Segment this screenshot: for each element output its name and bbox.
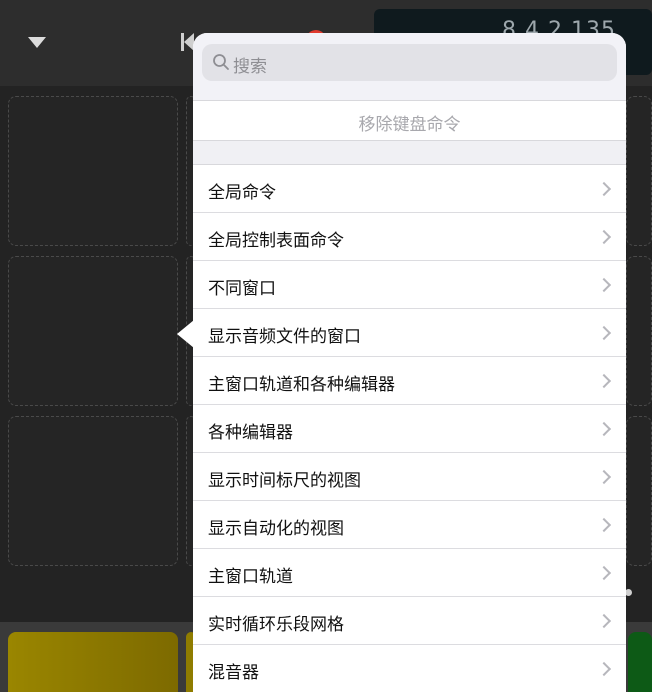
menu-item-global-commands[interactable]: 全局命令 <box>193 165 626 213</box>
menu-item-label: 显示时间标尺的视图 <box>208 471 361 491</box>
menu-item-audio-file-windows[interactable]: 显示音频文件的窗口 <box>193 309 626 357</box>
menu-item-label: 主窗口轨道和各种编辑器 <box>208 375 395 395</box>
live-loop-cell[interactable] <box>8 256 178 406</box>
search-input[interactable]: 搜索 <box>202 44 617 81</box>
chevron-right-icon <box>596 517 612 533</box>
live-loop-cell[interactable] <box>626 96 652 246</box>
live-loop-cell[interactable] <box>626 416 652 566</box>
menu-item-tracks-and-editors[interactable]: 主窗口轨道和各种编辑器 <box>193 357 626 405</box>
chevron-right-icon <box>596 565 612 581</box>
live-loop-cell-active[interactable] <box>628 632 652 692</box>
menu-item-various-editors[interactable]: 各种编辑器 <box>193 405 626 453</box>
menu-item-label: 不同窗口 <box>208 279 276 299</box>
page-indicator-dot <box>625 589 632 596</box>
chevron-right-icon <box>596 181 612 197</box>
section-separator <box>193 141 626 165</box>
chevron-right-icon <box>596 613 612 629</box>
remove-key-command-label: 移除键盘命令 <box>358 115 461 135</box>
live-loop-cell[interactable] <box>626 256 652 406</box>
chevron-right-icon <box>596 277 612 293</box>
live-loop-cell-active[interactable] <box>8 632 178 692</box>
menu-item-label: 全局命令 <box>208 183 276 203</box>
chevron-right-icon <box>596 325 612 341</box>
menu-item-label: 实时循环乐段网格 <box>208 615 344 635</box>
menu-item-label: 混音器 <box>208 663 259 683</box>
search-section: 搜索 <box>193 33 626 100</box>
menu-item-live-loops-grid[interactable]: 实时循环乐段网格 <box>193 597 626 645</box>
menu-item-global-control-surface-commands[interactable]: 全局控制表面命令 <box>193 213 626 261</box>
chevron-right-icon <box>596 469 612 485</box>
menu-item-label: 显示音频文件的窗口 <box>208 327 361 347</box>
menu-item-tracks[interactable]: 主窗口轨道 <box>193 549 626 597</box>
search-placeholder: 搜索 <box>233 57 267 77</box>
chevron-right-icon <box>596 373 612 389</box>
menu-item-label: 显示自动化的视图 <box>208 519 344 539</box>
chevron-right-icon <box>596 661 612 677</box>
menu-item-mixer[interactable]: 混音器 <box>193 645 626 692</box>
search-icon <box>213 54 229 70</box>
remove-key-command-button[interactable]: 移除键盘命令 <box>193 100 626 141</box>
live-loop-cell[interactable] <box>8 96 178 246</box>
menu-item-automation-views[interactable]: 显示自动化的视图 <box>193 501 626 549</box>
menu-item-ruler-views[interactable]: 显示时间标尺的视图 <box>193 453 626 501</box>
menu-item-label: 全局控制表面命令 <box>208 231 344 251</box>
menu-item-label: 各种编辑器 <box>208 423 293 443</box>
popover-arrow <box>177 320 194 348</box>
command-category-list: 全局命令 全局控制表面命令 不同窗口 显示音频文件的窗口 主窗口轨道和各种编辑器… <box>193 165 626 692</box>
disclosure-triangle-icon[interactable] <box>28 37 46 48</box>
menu-item-various-windows[interactable]: 不同窗口 <box>193 261 626 309</box>
chevron-right-icon <box>596 229 612 245</box>
chevron-right-icon <box>596 421 612 437</box>
live-loop-cell[interactable] <box>8 416 178 566</box>
menu-item-label: 主窗口轨道 <box>208 567 293 587</box>
key-command-popover: 搜索 移除键盘命令 全局命令 全局控制表面命令 不同窗口 显示音频文件的窗口 主… <box>193 33 626 692</box>
